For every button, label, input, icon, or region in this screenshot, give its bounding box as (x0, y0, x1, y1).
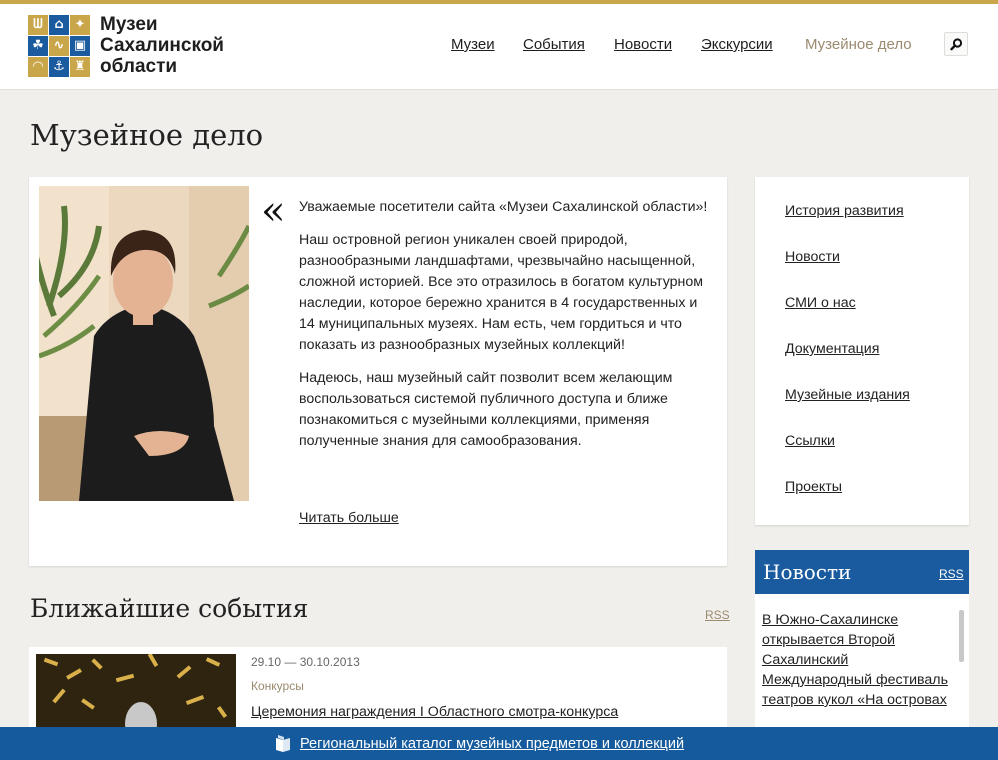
event-date: 29.10 — 30.10.2013 (251, 655, 360, 669)
event-title-link[interactable]: Церемония награждения I Областного смотр… (251, 702, 711, 722)
news-widget-header: Новости RSS (755, 550, 969, 594)
news-item-link[interactable]: В Южно-Сахалинске открывается Второй Сах… (762, 610, 952, 710)
book-icon (276, 735, 290, 752)
side-menu-item-documents[interactable]: Документация (785, 341, 879, 357)
nav-item-news[interactable]: Новости (614, 36, 672, 53)
side-menu-item-links[interactable]: Ссылки (785, 433, 835, 449)
news-widget-title: Новости (763, 560, 852, 584)
side-menu-item-news[interactable]: Новости (785, 249, 840, 265)
search-button[interactable] (944, 32, 968, 56)
site-header: ᗯ ⌂ ✦ ☘ ∿ ▣ ◠ ⚓ ♜ Музеи Сахалинской обла… (0, 0, 998, 90)
nav-active-indicator (801, 0, 922, 4)
side-menu-item-projects[interactable]: Проекты (785, 479, 842, 495)
director-quote-card: « Уважаемые посетители сайта «Музеи Саха… (29, 177, 727, 566)
catalog-link[interactable]: Региональный каталог музейных предметов … (300, 736, 684, 752)
quote-paragraph-2: Наш островной регион уникален своей прир… (299, 232, 704, 353)
quote-mark: « (261, 188, 286, 234)
nav-item-museum-work[interactable]: Музейное дело (805, 36, 912, 53)
nav-item-museums[interactable]: Музеи (451, 36, 495, 53)
page-title: Музейное дело (30, 118, 264, 152)
side-menu-item-history[interactable]: История развития (785, 203, 904, 219)
events-title: Ближайшие события (30, 594, 309, 623)
nav-item-excursions[interactable]: Экскурсии (701, 36, 773, 53)
quote-paragraph-3: Надеюсь, наш музейный сайт позволит всем… (299, 370, 673, 449)
side-menu-item-publications[interactable]: Музейные издания (785, 387, 910, 403)
side-menu: История развития Новости СМИ о нас Докум… (755, 177, 969, 525)
page: { "header": { "logo_lines": ["Музеи", "С… (0, 0, 998, 760)
events-rss-link[interactable]: RSS (705, 608, 730, 622)
news-scrollbar[interactable] (959, 610, 964, 662)
quote-paragraph-1: Уважаемые посетители сайта «Музеи Сахали… (299, 199, 708, 215)
read-more-link[interactable]: Читать больше (299, 510, 399, 526)
nav-item-events[interactable]: События (523, 36, 585, 53)
quote-text: Уважаемые посетители сайта «Музеи Сахали… (299, 197, 709, 464)
catalog-bar: Региональный каталог музейных предметов … (0, 727, 998, 760)
event-category: Конкурсы (251, 679, 304, 693)
search-icon (949, 37, 962, 50)
main-nav: Музеи События Новости Экскурсии Музейное… (0, 0, 998, 90)
news-rss-link[interactable]: RSS (939, 567, 964, 581)
side-menu-item-media[interactable]: СМИ о нас (785, 295, 856, 311)
director-photo (39, 186, 249, 501)
